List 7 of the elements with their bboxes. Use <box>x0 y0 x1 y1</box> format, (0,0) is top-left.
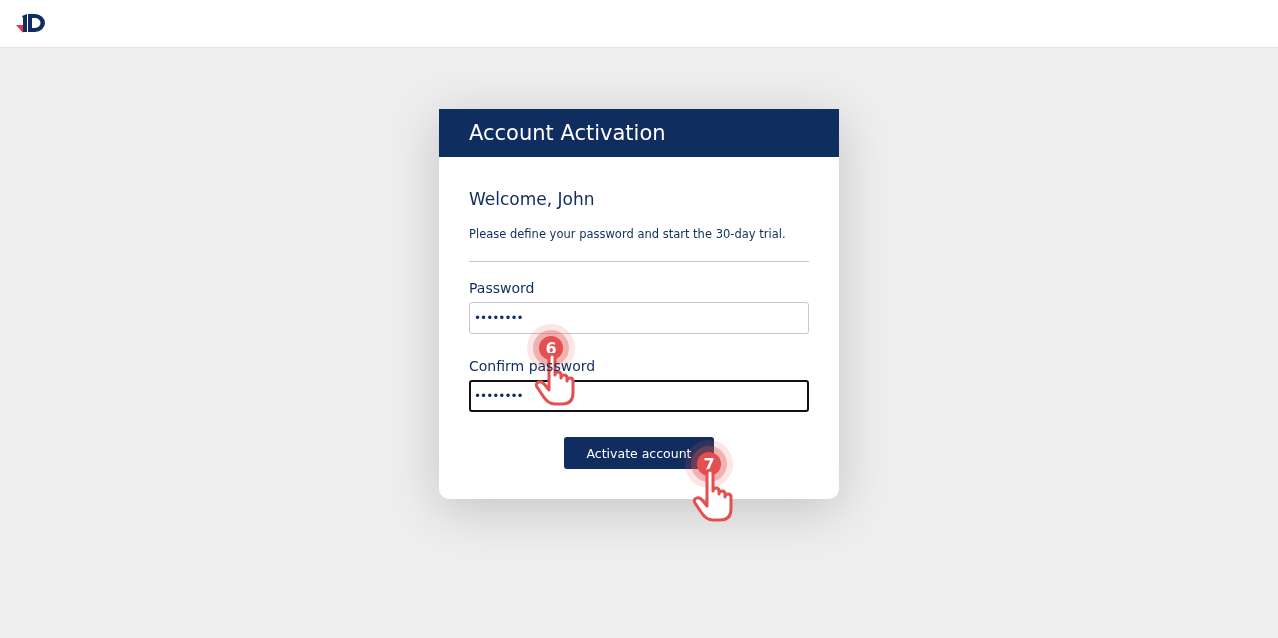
card-title: Account Activation <box>439 109 839 157</box>
greeting: Welcome, John <box>469 189 596 209</box>
logo-icon <box>16 12 48 35</box>
password-field[interactable]: •••••••• <box>469 302 809 334</box>
instructions: Please define your password and start the 30-day trial. <box>469 227 787 241</box>
field-label: Password <box>469 280 535 296</box>
password-field[interactable]: •••••••• <box>469 380 809 412</box>
